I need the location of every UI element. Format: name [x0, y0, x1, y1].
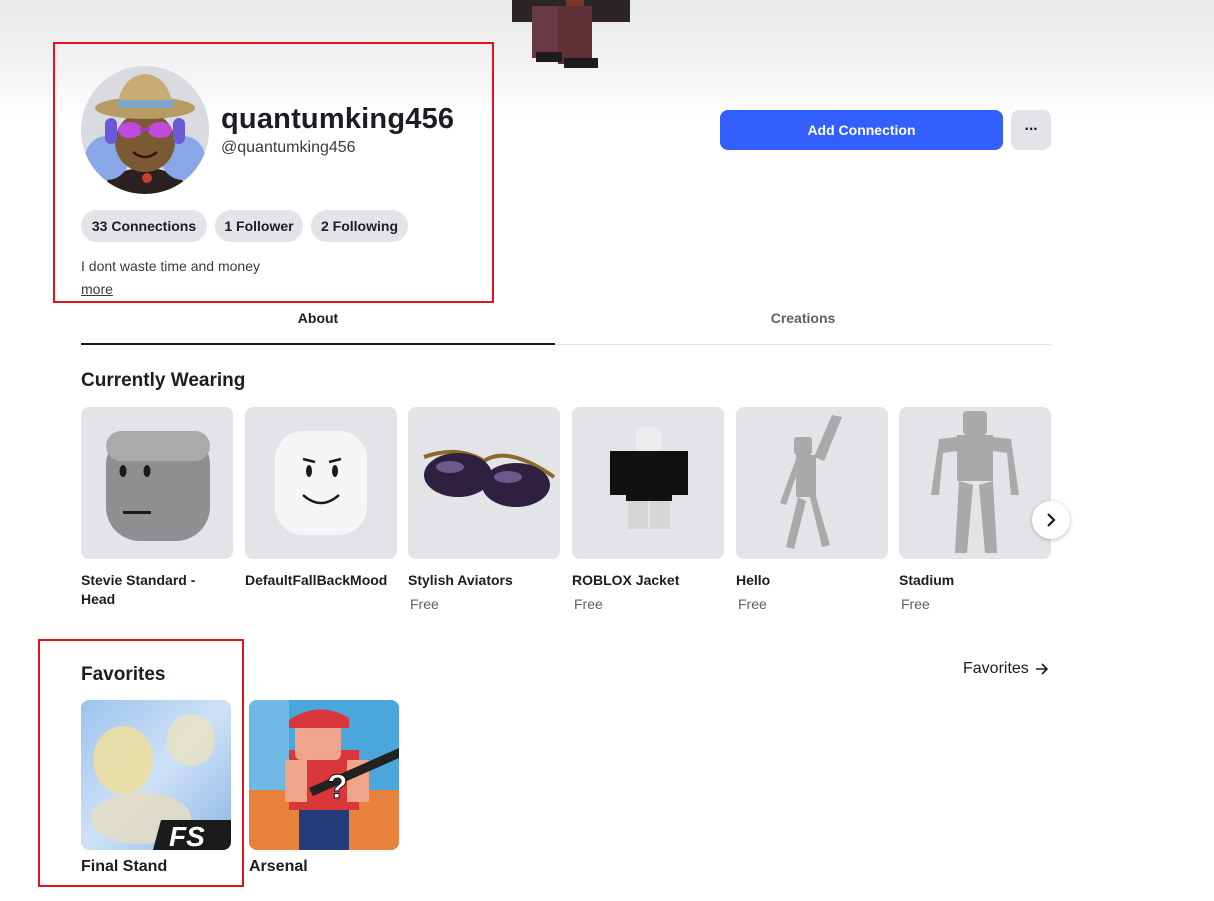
add-connection-button[interactable]: Add Connection [720, 110, 1003, 150]
jacket-thumbnail [610, 427, 688, 529]
favorites-see-all-link[interactable]: Favorites [963, 660, 1049, 678]
wearing-item-price: Free [738, 596, 767, 612]
wearing-item-card[interactable] [899, 407, 1051, 559]
aviators-thumbnail [423, 449, 556, 507]
arrow-right-icon [1035, 663, 1048, 675]
wearing-item-card[interactable] [736, 407, 888, 559]
wearing-item-price: Free [410, 596, 439, 612]
face-thumbnail [275, 431, 367, 535]
currently-wearing-title: Currently Wearing [81, 370, 246, 391]
wearing-item-price: Free [574, 596, 603, 612]
wearing-item-name[interactable]: Hello [736, 571, 886, 590]
hello-emote-thumbnail [780, 415, 842, 549]
favorite-game-card[interactable]: ? [249, 700, 399, 850]
favorite-game-name[interactable]: Arsenal [249, 858, 308, 876]
wearing-item-card[interactable] [572, 407, 724, 559]
wearing-item-card[interactable] [408, 407, 560, 559]
carousel-next-button[interactable] [1032, 501, 1070, 539]
wearing-item-name[interactable]: Stevie Standard - Head [81, 571, 231, 609]
arsenal-thumbnail: ? [249, 700, 399, 850]
hero-avatar-legs-image [512, 0, 630, 68]
tab-creations[interactable]: Creations [555, 310, 1051, 326]
head-thumbnail [106, 431, 210, 541]
active-tab-indicator [81, 343, 555, 345]
wearing-item-name[interactable]: Stylish Aviators [408, 571, 558, 590]
wearing-item-name[interactable]: DefaultFallBackMood [245, 571, 395, 590]
wearing-item-price: Free [901, 596, 930, 612]
ellipsis-icon: ··· [1024, 121, 1039, 138]
wearing-item-card[interactable] [245, 407, 397, 559]
more-options-button[interactable]: ··· [1011, 110, 1051, 150]
tab-about[interactable]: About [81, 310, 555, 326]
svg-text:?: ? [327, 768, 348, 806]
wearing-item-name[interactable]: ROBLOX Jacket [572, 571, 722, 590]
stadium-emote-thumbnail [931, 411, 1019, 553]
chevron-right-icon [1047, 513, 1056, 527]
wearing-item-name[interactable]: Stadium [899, 571, 1049, 590]
annotation-highlight-profile [53, 42, 494, 303]
annotation-highlight-favorites [38, 639, 244, 887]
favorites-link-label: Favorites [963, 660, 1029, 677]
wearing-item-card[interactable] [81, 407, 233, 559]
